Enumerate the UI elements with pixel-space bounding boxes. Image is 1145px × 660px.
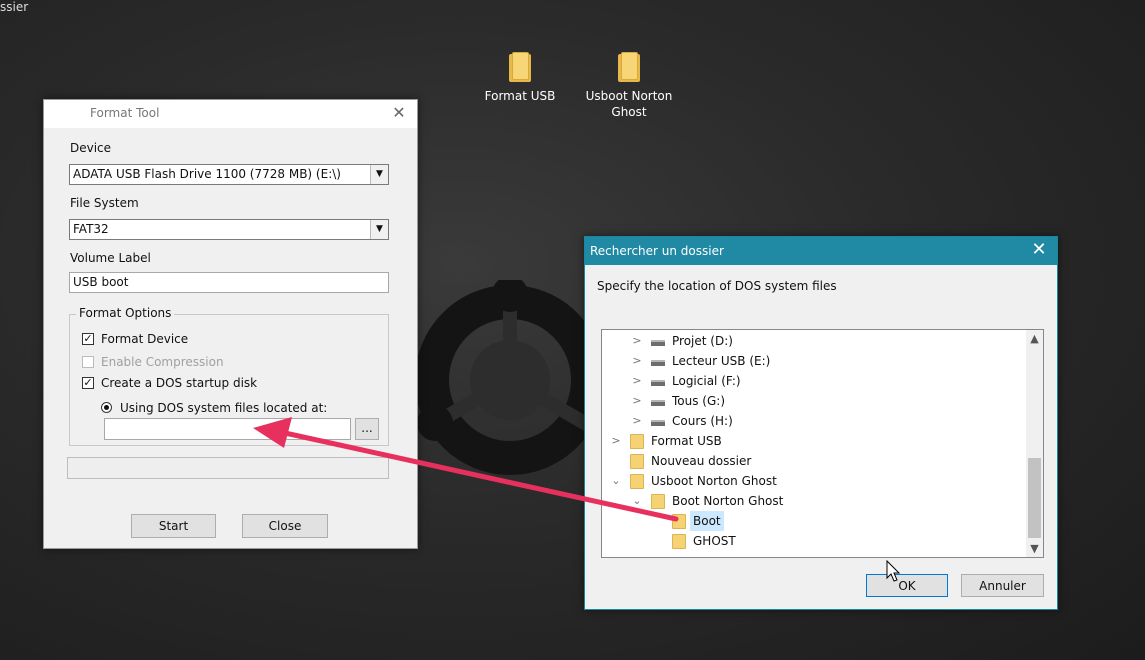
- folder-icon: [672, 514, 686, 529]
- folder-icon: [509, 52, 531, 82]
- tree-scrollbar[interactable]: ▲ ▼: [1026, 330, 1043, 557]
- filesystem-select[interactable]: FAT32 ▼: [69, 219, 389, 240]
- chevron-down-icon[interactable]: ⌄: [632, 491, 642, 511]
- folder-icon: [630, 434, 644, 449]
- format-device-label: Format Device: [101, 332, 189, 346]
- enable-compression-label: Enable Compression: [101, 355, 224, 369]
- tree-item-label: GHOST: [693, 534, 736, 548]
- format-options-title: Format Options: [76, 306, 175, 320]
- tree-item-boot[interactable]: Boot: [602, 511, 1022, 531]
- format-device-checkbox[interactable]: ✓: [82, 333, 94, 345]
- filesystem-select-value: FAT32: [73, 222, 109, 236]
- tree-item-label: Nouveau dossier: [651, 454, 752, 468]
- close-icon[interactable]: ✕: [1027, 239, 1051, 261]
- device-label: Device: [70, 141, 112, 155]
- folder-icon: [630, 454, 644, 469]
- scrollbar-thumb[interactable]: [1028, 458, 1041, 538]
- tree-item-label: Cours (H:): [672, 414, 733, 428]
- chevron-right-icon[interactable]: >: [632, 331, 642, 351]
- chevron-right-icon[interactable]: >: [632, 371, 642, 391]
- folder-tree[interactable]: > Projet (D:) > Lecteur USB (E:) > Logic…: [601, 329, 1044, 558]
- mouse-cursor-icon: [886, 560, 901, 582]
- dos-files-radio[interactable]: [101, 402, 112, 413]
- dialog-instruction: Specify the location of DOS system files: [597, 279, 837, 293]
- desktop-corner-text: ssier: [0, 0, 29, 14]
- start-button[interactable]: Start: [131, 514, 216, 538]
- tree-item-boot-norton-ghost[interactable]: ⌄ Boot Norton Ghost: [602, 491, 1022, 511]
- tree-item-label: Lecteur USB (E:): [672, 354, 771, 368]
- dropdown-arrow-icon[interactable]: ▼: [370, 165, 388, 184]
- browse-dialog-titlebar[interactable]: Rechercher un dossier ✕: [585, 237, 1057, 265]
- format-tool-titlebar[interactable]: Format Tool ✕: [44, 100, 417, 128]
- chevron-right-icon[interactable]: >: [632, 391, 642, 411]
- chevron-right-icon[interactable]: >: [632, 411, 642, 431]
- chevron-down-icon[interactable]: ⌄: [611, 471, 621, 491]
- cancel-button[interactable]: Annuler: [961, 574, 1044, 597]
- tree-item-lecteur-usb[interactable]: > Lecteur USB (E:): [602, 351, 1022, 371]
- desktop-icon-label: Usboot Norton Ghost: [585, 89, 673, 119]
- browse-folder-dialog: Rechercher un dossier ✕ Specify the loca…: [584, 236, 1058, 610]
- tree-item-label: Format USB: [651, 434, 722, 448]
- tree-item-label: Projet (D:): [672, 334, 733, 348]
- tree-item-projet[interactable]: > Projet (D:): [602, 331, 1022, 351]
- drive-icon: [651, 420, 665, 426]
- app-icon: [50, 100, 86, 122]
- tree-item-ghost[interactable]: GHOST: [602, 531, 1022, 551]
- dialog-title: Rechercher un dossier: [590, 244, 724, 258]
- tree-item-cours[interactable]: > Cours (H:): [602, 411, 1022, 431]
- folder-icon: [630, 474, 644, 489]
- ok-button[interactable]: OK: [866, 574, 948, 597]
- tree-item-usboot-norton-ghost[interactable]: ⌄ Usboot Norton Ghost: [602, 471, 1022, 491]
- desktop-icon-label: Format USB: [484, 89, 556, 103]
- window-title: Format Tool: [90, 106, 160, 120]
- folder-icon: [651, 494, 665, 509]
- browse-button[interactable]: ...: [355, 418, 379, 440]
- drive-icon: [651, 360, 665, 366]
- folder-icon: [618, 52, 640, 82]
- drive-icon: [651, 380, 665, 386]
- enable-compression-checkbox[interactable]: [82, 356, 94, 368]
- tree-item-label: Boot: [690, 511, 724, 531]
- close-button[interactable]: Close: [242, 514, 328, 538]
- chevron-right-icon[interactable]: >: [611, 431, 621, 451]
- dropdown-arrow-icon[interactable]: ▼: [370, 220, 388, 239]
- scroll-down-icon[interactable]: ▼: [1026, 540, 1043, 557]
- tree-item-format-usb[interactable]: > Format USB: [602, 431, 1022, 451]
- tree-item-label: Logicial (F:): [672, 374, 741, 388]
- scroll-up-icon[interactable]: ▲: [1026, 330, 1043, 347]
- tree-item-logicial[interactable]: > Logicial (F:): [602, 371, 1022, 391]
- create-dos-label: Create a DOS startup disk: [101, 376, 258, 390]
- tree-item-label: Tous (G:): [672, 394, 726, 408]
- tree-item-label: Boot Norton Ghost: [672, 494, 784, 508]
- tree-item-label: Usboot Norton Ghost: [651, 474, 777, 488]
- tree-item-nouveau-dossier[interactable]: Nouveau dossier: [602, 451, 1022, 471]
- drive-icon: [651, 400, 665, 406]
- device-select-value: ADATA USB Flash Drive 1100 (7728 MB) (E:…: [73, 167, 341, 181]
- dos-files-label: Using DOS system files located at:: [120, 401, 328, 415]
- filesystem-label: File System: [70, 196, 139, 210]
- progress-bar: [67, 457, 389, 479]
- volume-label-input[interactable]: USB boot: [69, 272, 389, 293]
- format-tool-window: Format Tool ✕ Device ADATA USB Flash Dri…: [43, 99, 418, 549]
- ubuntu-logo: [415, 280, 605, 475]
- device-select[interactable]: ADATA USB Flash Drive 1100 (7728 MB) (E:…: [69, 164, 389, 185]
- desktop-icon-format-usb[interactable]: Format USB: [465, 52, 575, 104]
- create-dos-checkbox[interactable]: ✓: [82, 377, 94, 389]
- desktop-icon-usboot-norton-ghost[interactable]: Usboot Norton Ghost: [574, 52, 684, 120]
- drive-icon: [651, 340, 665, 346]
- close-icon[interactable]: ✕: [387, 102, 411, 124]
- dos-path-input[interactable]: [104, 418, 351, 440]
- chevron-right-icon[interactable]: >: [632, 351, 642, 371]
- volume-label-label: Volume Label: [70, 251, 151, 265]
- folder-icon: [672, 534, 686, 549]
- tree-item-tous[interactable]: > Tous (G:): [602, 391, 1022, 411]
